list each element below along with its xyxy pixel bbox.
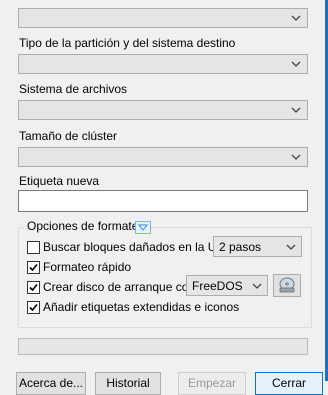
advanced-toggle-button[interactable]	[135, 221, 151, 234]
about-button[interactable]: Acerca de...	[16, 372, 86, 395]
chevron-down-icon	[291, 154, 301, 160]
disk-drive-icon	[279, 277, 295, 293]
volume-label-label: Etiqueta nueva	[19, 174, 100, 188]
format-options-title: Opciones de formateo	[24, 219, 149, 233]
checkmark-icon	[29, 283, 38, 292]
chevron-down-icon	[252, 283, 262, 289]
bootable-checkbox[interactable]	[27, 281, 40, 294]
bad-blocks-label: Buscar bloques dañados en la USB:	[43, 240, 236, 254]
chevron-down-icon	[291, 15, 301, 21]
filesystem-label: Sistema de archivos	[19, 82, 128, 96]
bad-blocks-checkbox[interactable]	[27, 241, 40, 254]
partition-scheme-label: Tipo de la partición y del sistema desti…	[19, 36, 236, 50]
chevron-down-icon	[291, 107, 301, 113]
filesystem-select[interactable]	[18, 100, 308, 120]
bootable-label: Crear disco de arranque con:	[43, 280, 199, 294]
cluster-size-label: Tamaño de clúster	[19, 129, 118, 143]
boot-type-value: FreeDOS	[192, 279, 243, 293]
log-button[interactable]: Historial	[95, 372, 161, 395]
device-select[interactable]	[18, 8, 308, 28]
extended-label-label: Añadir etiquetas extendidas e iconos	[43, 300, 240, 314]
passes-select[interactable]: 2 pasos	[213, 236, 302, 257]
passes-value: 2 pasos	[219, 240, 262, 254]
chevron-down-icon	[286, 244, 296, 250]
start-button[interactable]: Empezar	[178, 372, 246, 395]
partition-scheme-select[interactable]	[18, 54, 308, 74]
extended-label-checkbox[interactable]	[27, 301, 40, 314]
volume-label-input[interactable]	[18, 190, 308, 212]
progress-bar	[18, 338, 308, 355]
checkmark-icon	[29, 303, 38, 312]
chevron-down-icon	[291, 61, 301, 67]
select-image-button[interactable]	[273, 274, 301, 297]
cluster-size-select[interactable]	[18, 147, 308, 167]
triangle-down-icon	[137, 224, 149, 231]
quick-format-checkbox[interactable]	[27, 261, 40, 274]
boot-type-select[interactable]: FreeDOS	[186, 275, 268, 296]
quick-format-label: Formateo rápido	[43, 260, 132, 274]
close-button[interactable]: Cerrar	[255, 372, 323, 395]
checkmark-icon	[29, 263, 38, 272]
